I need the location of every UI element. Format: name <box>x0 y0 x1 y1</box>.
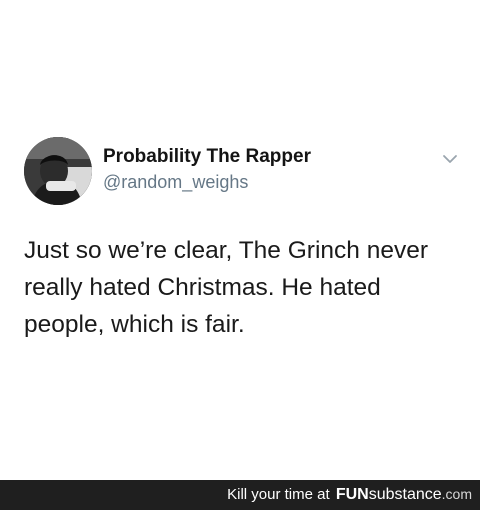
watermark-bar: Kill your time at FUNsubstance.com <box>0 480 480 510</box>
display-name[interactable]: Probability The Rapper <box>103 146 311 168</box>
chevron-down-icon[interactable] <box>441 152 459 166</box>
watermark-prefix: Kill your time at <box>227 486 330 503</box>
user-handle[interactable]: @random_weighs <box>103 172 248 193</box>
watermark-brand: FUN <box>335 486 369 503</box>
avatar-photo <box>24 137 92 205</box>
watermark-suffix: substance <box>368 486 442 503</box>
watermark-domain: .com <box>441 486 472 502</box>
tweet-text: Just so we’re clear, The Grinch never re… <box>24 237 428 338</box>
watermark: Kill your time at FUNsubstance.com <box>227 486 472 504</box>
avatar[interactable] <box>24 137 92 205</box>
